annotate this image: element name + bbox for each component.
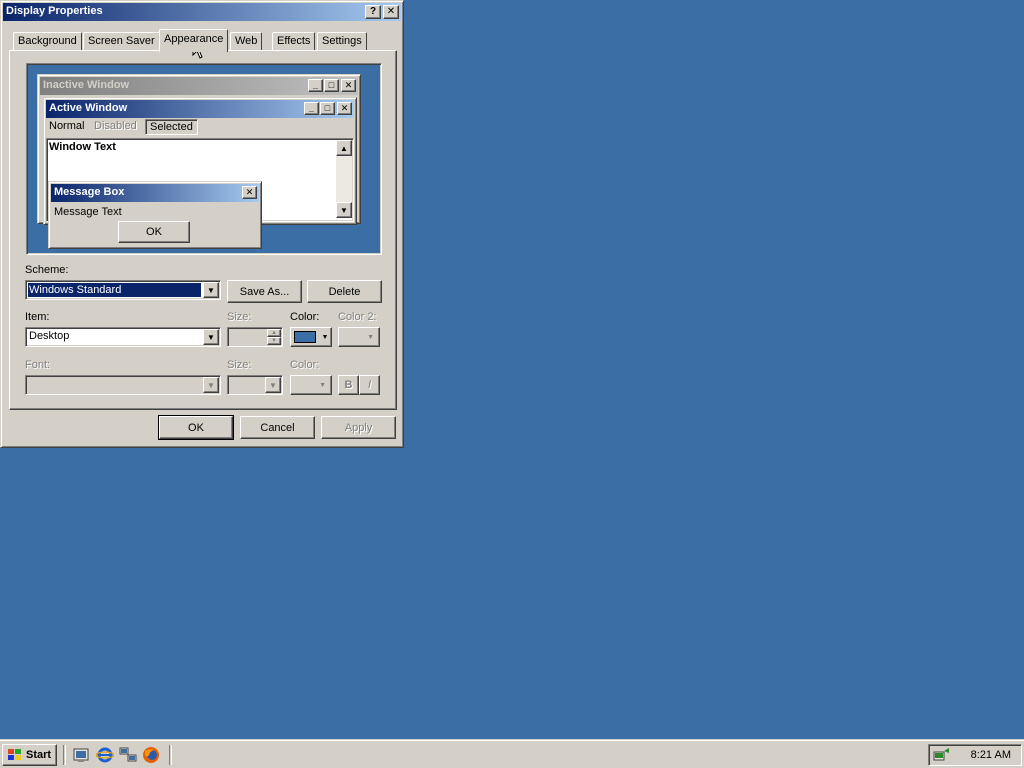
maximize-icon: □ — [320, 102, 335, 115]
color-swatch — [293, 331, 316, 343]
scheme-combo[interactable]: Windows Standard ▼ — [25, 280, 221, 300]
scheme-label: Scheme: — [25, 264, 69, 276]
item-label: Item: — [25, 311, 50, 323]
italic-button[interactable]: I — [359, 375, 380, 395]
tab-background[interactable]: Background — [13, 32, 82, 51]
scheme-value: Windows Standard — [28, 283, 201, 297]
item-color-button[interactable]: ▼ — [290, 327, 332, 347]
maximize-icon: □ — [324, 79, 339, 92]
windows-logo-icon — [8, 749, 21, 760]
font-size-combo[interactable]: ▼ — [227, 375, 283, 395]
internet-explorer-icon[interactable] — [96, 746, 114, 764]
start-label: Start — [26, 749, 52, 761]
inactive-window-title[interactable]: Inactive Window _ □ ✕ — [40, 77, 358, 95]
appearance-preview[interactable]: Inactive Window _ □ ✕ Active Window _ □ … — [26, 63, 382, 255]
network-computers-icon[interactable] — [119, 746, 137, 764]
message-box-ok-button[interactable]: OK — [118, 221, 190, 243]
taskbar-separator — [63, 745, 66, 765]
message-box-title-text: Message Box — [54, 186, 125, 198]
font-color-label: Color: — [290, 359, 320, 371]
message-text: Message Text — [54, 206, 122, 218]
clock[interactable]: 8:21 AM — [971, 749, 1011, 761]
font-size-label: Size: — [227, 359, 252, 371]
title-bar[interactable]: Display Properties ? ✕ — [3, 3, 401, 21]
window-title: Display Properties — [6, 5, 103, 17]
apply-button[interactable]: Apply — [321, 416, 396, 439]
window-text: Window Text — [49, 141, 116, 153]
message-box-title[interactable]: Message Box ✕ — [51, 184, 259, 202]
delete-button[interactable]: Delete — [307, 280, 382, 303]
menu-normal[interactable]: Normal — [49, 120, 84, 132]
close-icon: ✕ — [242, 186, 257, 199]
chevron-down-icon: ▼ — [321, 333, 329, 341]
firefox-icon[interactable] — [142, 746, 160, 764]
scrollbar[interactable]: ▲ ▼ — [336, 140, 352, 218]
scroll-up-icon[interactable]: ▲ — [336, 140, 352, 156]
item-size-spinner[interactable]: ▲ ▼ — [227, 327, 283, 347]
item-size-label: Size: — [227, 311, 252, 323]
item-color2-button[interactable]: ▼ — [338, 327, 380, 347]
bold-button[interactable]: B — [338, 375, 359, 395]
active-window-title[interactable]: Active Window _ □ ✕ — [46, 100, 354, 118]
help-button[interactable]: ? — [365, 5, 381, 19]
tab-web[interactable]: Web — [230, 32, 263, 51]
menu-selected[interactable]: Selected — [145, 119, 198, 135]
inactive-window-title-text: Inactive Window — [43, 79, 130, 91]
spin-up-icon[interactable]: ▲ — [267, 329, 281, 337]
display-properties-window: Display Properties ? ✕ Background Screen… — [0, 0, 404, 448]
active-window-title-text: Active Window — [49, 102, 128, 114]
appearance-panel: Inactive Window _ □ ✕ Active Window _ □ … — [9, 50, 397, 410]
chevron-down-icon: ▼ — [367, 333, 374, 341]
font-color-button[interactable]: ▼ — [290, 375, 332, 395]
chevron-down-icon[interactable]: ▼ — [203, 282, 219, 298]
item-color2-label: Color 2: — [338, 311, 377, 323]
chevron-down-icon: ▼ — [319, 381, 326, 389]
tab-settings[interactable]: Settings — [317, 32, 367, 51]
show-desktop-icon[interactable] — [72, 746, 90, 764]
menu-disabled[interactable]: Disabled — [94, 120, 137, 132]
item-value: Desktop — [29, 330, 70, 342]
preview-message-box[interactable]: Message Box ✕ Message Text OK — [48, 181, 262, 249]
ok-button[interactable]: OK — [158, 415, 234, 440]
chevron-down-icon[interactable]: ▼ — [203, 377, 219, 393]
close-button[interactable]: ✕ — [383, 5, 399, 19]
item-combo[interactable]: Desktop ▼ — [25, 327, 221, 347]
chevron-down-icon[interactable]: ▼ — [265, 377, 281, 393]
font-combo[interactable]: ▼ — [25, 375, 221, 395]
cancel-button[interactable]: Cancel — [240, 416, 315, 439]
chevron-down-icon[interactable]: ▼ — [203, 329, 219, 345]
tab-screen-saver[interactable]: Screen Saver — [83, 32, 160, 51]
system-tray: 8:21 AM — [928, 744, 1022, 766]
network-status-icon[interactable] — [933, 747, 951, 763]
tab-appearance[interactable]: Appearance — [159, 29, 229, 52]
close-icon: ✕ — [341, 79, 356, 92]
scroll-down-icon[interactable]: ▼ — [336, 202, 352, 218]
minimize-icon: _ — [304, 102, 319, 115]
font-label: Font: — [25, 359, 51, 371]
spin-down-icon[interactable]: ▼ — [267, 337, 281, 345]
minimize-icon: _ — [308, 79, 323, 92]
item-color-label: Color: — [290, 311, 320, 323]
taskbar: Start 8:21 AM — [0, 740, 1024, 768]
start-button[interactable]: Start — [2, 744, 57, 766]
tab-effects[interactable]: Effects — [272, 32, 316, 51]
close-icon: ✕ — [337, 102, 352, 115]
save-as-button[interactable]: Save As... — [227, 280, 302, 303]
taskbar-separator — [169, 745, 172, 765]
